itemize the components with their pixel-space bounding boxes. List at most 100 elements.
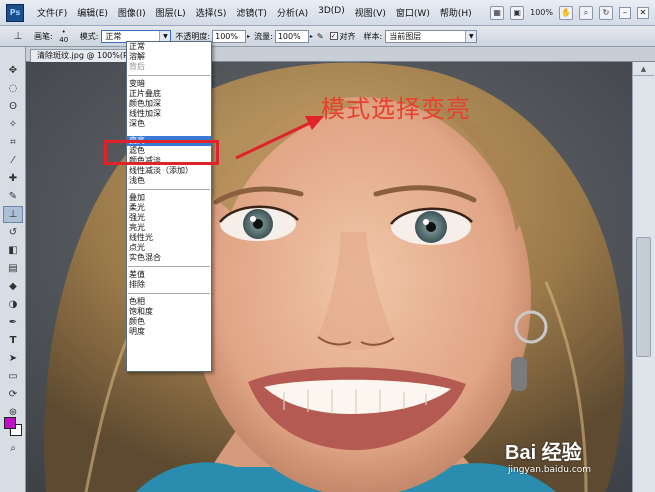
flow-label: 流量:: [254, 31, 273, 41]
menu-3d[interactable]: 3D(D): [313, 6, 350, 19]
chevron-down-icon[interactable]: ▼: [465, 30, 477, 42]
brush-size: 40: [59, 36, 69, 44]
lasso-tool-icon[interactable]: ʘ: [3, 98, 23, 115]
blend-mode-option[interactable]: 点光: [127, 243, 211, 253]
blend-mode-option[interactable]: 差值: [127, 270, 211, 280]
menu-view[interactable]: 视图(V): [350, 6, 391, 19]
brush-preset-picker[interactable]: • 40: [56, 28, 72, 44]
sample-label: 样本:: [363, 31, 383, 41]
blend-mode-option[interactable]: 变暗: [127, 79, 211, 89]
opacity-label: 不透明度:: [175, 31, 211, 41]
dropdown-divider: [128, 189, 210, 190]
blend-mode-option[interactable]: 正片叠底: [127, 89, 211, 99]
eyedropper-tool-icon[interactable]: ⁄: [3, 152, 23, 169]
zoom-tool-icon[interactable]: ⌕: [3, 440, 23, 457]
airbrush-icon[interactable]: ✎: [317, 32, 324, 41]
tools-panel: ✥ ◌ ʘ ✧ ⌗ ⁄ ✚ ✎ ⊥ ↺ ◧ ▤ ◆ ◑ ✒ T ➤ ▭ ⟳ ⊛ …: [0, 47, 26, 492]
blend-mode-option[interactable]: 强光: [127, 213, 211, 223]
menu-items: 文件(F) 编辑(E) 图像(I) 图层(L) 选择(S) 滤镜(T) 分析(A…: [32, 6, 477, 19]
clone-stamp-tool-icon[interactable]: ⊥: [10, 29, 26, 43]
dodge-tool-icon[interactable]: ◑: [3, 296, 23, 313]
healing-brush-tool-icon[interactable]: ✚: [3, 170, 23, 187]
blend-mode-option[interactable]: 叠加: [127, 193, 211, 203]
history-brush-tool-icon[interactable]: ↺: [3, 224, 23, 241]
dropdown-divider: [128, 75, 210, 76]
blend-mode-option[interactable]: 亮光: [127, 223, 211, 233]
aligned-checkbox[interactable]: ✓: [329, 32, 338, 40]
sample-select[interactable]: 当前图层 ▼: [385, 29, 478, 43]
scroll-thumb[interactable]: [636, 237, 651, 357]
marquee-tool-icon[interactable]: ◌: [3, 80, 23, 97]
flow-input[interactable]: 100%: [274, 29, 309, 43]
blend-mode-option[interactable]: 实色混合: [127, 253, 211, 263]
blend-mode-option[interactable]: 颜色加深: [127, 99, 211, 109]
opacity-input[interactable]: 100%: [212, 29, 247, 43]
menu-window[interactable]: 窗口(W): [391, 6, 435, 19]
chevron-down-icon[interactable]: ▼: [159, 30, 171, 42]
vertical-scrollbar[interactable]: ▲: [632, 62, 655, 492]
foreground-color-swatch[interactable]: [4, 417, 16, 429]
menu-layer[interactable]: 图层(L): [151, 6, 191, 19]
blend-mode-option[interactable]: 明度: [127, 327, 211, 337]
blend-mode-option[interactable]: 饱和度: [127, 307, 211, 317]
dropdown-divider: [128, 266, 210, 267]
portrait-photo: [26, 62, 632, 492]
move-tool-icon[interactable]: ✥: [3, 62, 23, 79]
menu-edit[interactable]: 编辑(E): [72, 6, 113, 19]
tools-header: [0, 47, 25, 61]
blend-mode-option[interactable]: 线性减淡（添加）: [127, 166, 211, 176]
zoom-level[interactable]: 100%: [530, 8, 553, 17]
blend-mode-option[interactable]: 正常: [127, 42, 211, 52]
type-tool-icon[interactable]: T: [3, 332, 23, 349]
blend-mode-option[interactable]: 溶解: [127, 52, 211, 62]
blend-mode-option[interactable]: 线性加深: [127, 109, 211, 119]
brush-label: 画笔:: [34, 31, 53, 41]
rotate-view-icon[interactable]: ↻: [599, 5, 613, 20]
document-canvas[interactable]: [26, 62, 632, 492]
zoom-icon[interactable]: ⌕: [579, 5, 593, 20]
blur-tool-icon[interactable]: ◆: [3, 278, 23, 295]
brush-dot-icon: •: [61, 28, 66, 36]
menu-right-controls: ▦ ▣ 100% ✋ ⌕ ↻ – ✕: [490, 5, 655, 20]
menu-help[interactable]: 帮助(H): [435, 6, 477, 19]
scroll-up-icon[interactable]: ▲: [633, 62, 654, 76]
blend-mode-option[interactable]: 颜色: [127, 317, 211, 327]
mode-label: 模式:: [79, 31, 99, 41]
opacity-slider-icon[interactable]: ▸: [247, 33, 250, 40]
blend-mode-option[interactable]: 排除: [127, 280, 211, 290]
shape-tool-icon[interactable]: ▭: [3, 368, 23, 385]
hand-icon[interactable]: ✋: [559, 5, 573, 20]
menu-file[interactable]: 文件(F): [32, 6, 72, 19]
blend-mode-option[interactable]: 线性光: [127, 233, 211, 243]
blend-mode-option[interactable]: 柔光: [127, 203, 211, 213]
path-select-tool-icon[interactable]: ➤: [3, 350, 23, 367]
mini-bridge-icon[interactable]: ▣: [510, 5, 525, 20]
brush-tool-icon[interactable]: ✎: [3, 188, 23, 205]
menu-analysis[interactable]: 分析(A): [272, 6, 313, 19]
blend-mode-option[interactable]: 色相: [127, 297, 211, 307]
pen-tool-icon[interactable]: ✒: [3, 314, 23, 331]
bridge-icon[interactable]: ▦: [490, 5, 505, 20]
3d-rotate-tool-icon[interactable]: ⟳: [3, 386, 23, 403]
gradient-tool-icon[interactable]: ▤: [3, 260, 23, 277]
options-bar: ⊥ 画笔: • 40 模式: 正常 ▼ 不透明度: 100% ▸ 流量: 100%…: [0, 26, 655, 47]
menu-filter[interactable]: 滤镜(T): [231, 6, 272, 19]
eraser-tool-icon[interactable]: ◧: [3, 242, 23, 259]
blend-mode-dropdown: 正常 溶解 背后 变暗 正片叠底 颜色加深 线性加深 深色 变亮 滤色 颜色减淡…: [126, 41, 212, 372]
sample-value: 当前图层: [389, 31, 422, 41]
dropdown-gap: [127, 129, 211, 136]
clone-stamp-tool-icon[interactable]: ⊥: [3, 206, 23, 223]
flow-slider-icon[interactable]: ▸: [310, 33, 313, 40]
menu-image[interactable]: 图像(I): [113, 6, 151, 19]
photoshop-logo: Ps: [6, 3, 24, 22]
blend-mode-option[interactable]: 浅色: [127, 176, 211, 186]
quick-select-tool-icon[interactable]: ✧: [3, 116, 23, 133]
dropdown-divider: [128, 293, 210, 294]
highlight-box: [104, 140, 219, 165]
blend-mode-option[interactable]: 深色: [127, 119, 211, 129]
baidu-watermark-url: jingyan.baidu.com: [508, 465, 592, 475]
menu-select[interactable]: 选择(S): [191, 6, 232, 19]
crop-tool-icon[interactable]: ⌗: [3, 134, 23, 151]
close-button[interactable]: ✕: [637, 6, 649, 19]
minimize-button[interactable]: –: [619, 6, 631, 19]
